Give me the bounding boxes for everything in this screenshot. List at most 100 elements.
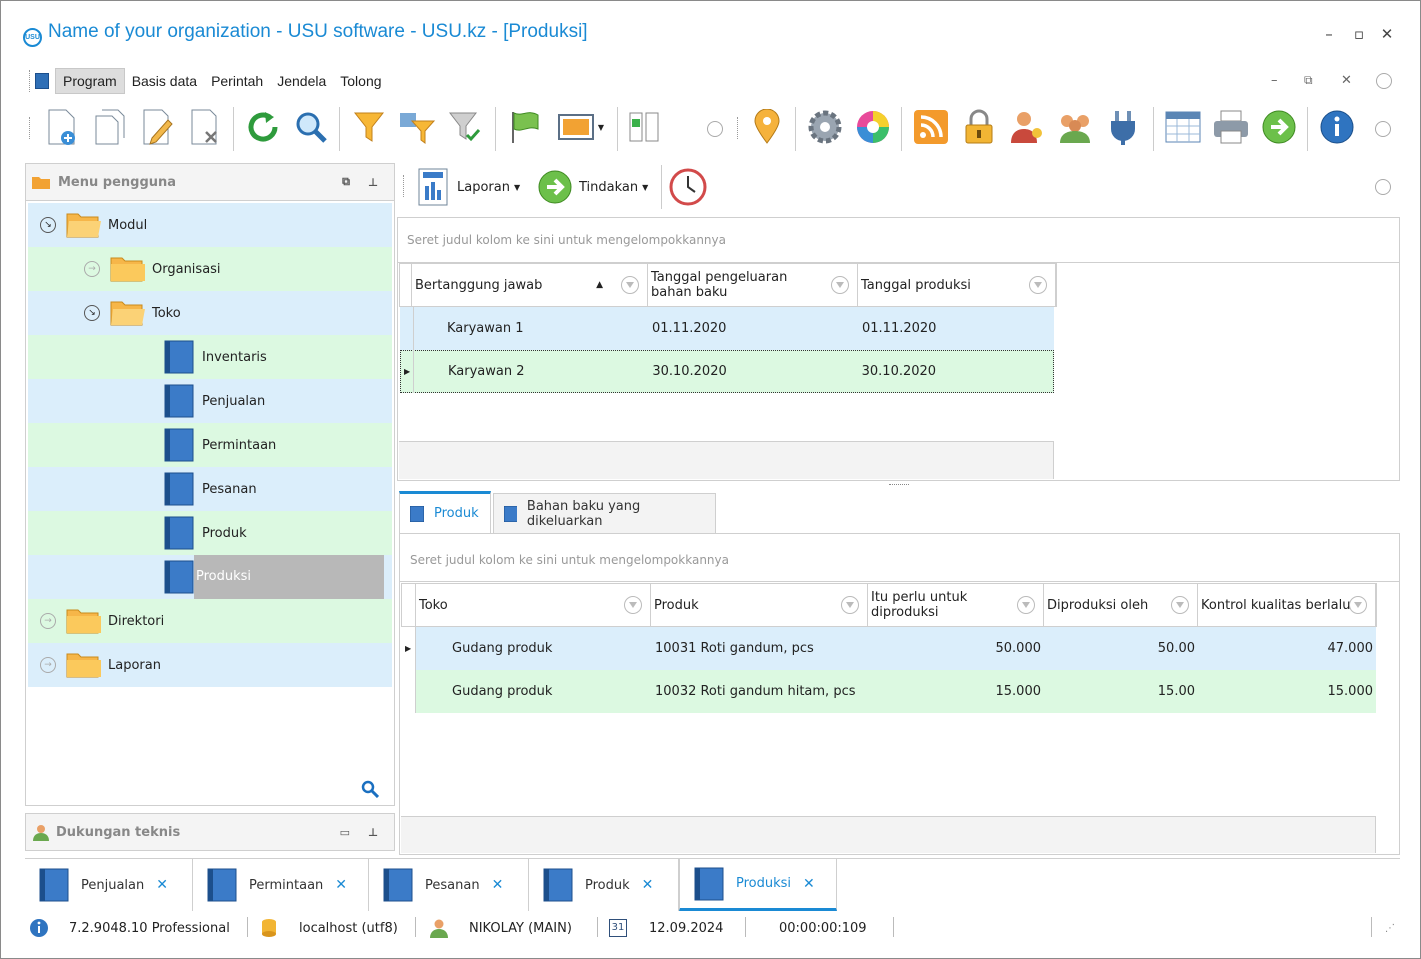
users-button[interactable] <box>1053 105 1097 149</box>
menu-basis-data[interactable]: Basis data <box>125 69 204 93</box>
column-kontrol-kualitas[interactable]: Kontrol kualitas berlalu <box>1198 584 1376 626</box>
column-chooser-button[interactable] <box>623 105 667 149</box>
tree-item-inventaris[interactable]: Inventaris <box>28 335 392 379</box>
doc-tab-permintaan[interactable]: Permintaan ✕ <box>193 859 369 911</box>
close-tab-icon[interactable]: ✕ <box>803 876 815 892</box>
tree-item-direktori[interactable]: → Direktori <box>28 599 392 643</box>
info-button[interactable] <box>1315 105 1359 149</box>
table-row[interactable]: ▶ Gudang produk 10031 Roti gandum, pcs 5… <box>402 627 1376 670</box>
lock-button[interactable] <box>957 105 1001 149</box>
tree-item-produk[interactable]: Produk <box>28 511 392 555</box>
maximize-panel-icon[interactable]: ▭ <box>340 826 350 839</box>
toolbar-overflow-icon-2[interactable] <box>1375 121 1391 137</box>
doc-tab-penjualan[interactable]: Penjualan ✕ <box>25 859 193 911</box>
laporan-dropdown[interactable]: Laporan ▼ <box>417 167 520 207</box>
delete-record-button[interactable] <box>183 105 227 149</box>
toolbar-overflow-icon[interactable] <box>707 121 723 137</box>
expand-icon[interactable]: → <box>40 657 56 673</box>
tree-item-organisasi[interactable]: → Organisasi <box>28 247 392 291</box>
mdi-minimize-button[interactable]: – <box>1271 73 1278 88</box>
add-record-button[interactable] <box>39 105 83 149</box>
tree-item-modul[interactable]: ↘ Modul <box>28 203 392 247</box>
settings-button[interactable] <box>803 105 847 149</box>
minimize-button[interactable]: – <box>1319 25 1339 43</box>
column-filter-icon[interactable] <box>1349 596 1367 614</box>
column-filter-icon[interactable] <box>831 276 849 294</box>
menu-program[interactable]: Program <box>55 68 125 94</box>
tab-produk[interactable]: Produk <box>399 491 491 533</box>
column-diproduksi-oleh[interactable]: Diproduksi oleh <box>1044 584 1198 626</box>
table-button[interactable] <box>1161 105 1205 149</box>
resize-grip-icon[interactable]: ⋰ <box>1385 923 1395 934</box>
column-filter-icon[interactable] <box>1029 276 1047 294</box>
column-bertanggung-jawab[interactable]: Bertanggung jawab ▲ <box>412 264 648 306</box>
mdi-options-icon[interactable] <box>1376 73 1392 89</box>
expand-icon[interactable]: → <box>84 261 100 277</box>
mdi-restore-button[interactable]: ⧉ <box>1304 73 1313 88</box>
doc-tab-produk[interactable]: Produk ✕ <box>529 859 679 911</box>
mdi-close-button[interactable]: ✕ <box>1341 73 1352 88</box>
tree-item-produksi[interactable]: Produksi <box>28 555 392 599</box>
tindakan-dropdown[interactable]: Tindakan ▼ <box>537 169 648 205</box>
filter-options-button[interactable] <box>395 105 439 149</box>
column-filter-icon[interactable] <box>841 596 859 614</box>
close-button[interactable]: ✕ <box>1377 25 1397 43</box>
clock-icon[interactable] <box>669 168 707 206</box>
doc-tab-pesanan[interactable]: Pesanan ✕ <box>369 859 529 911</box>
column-tanggal-produksi[interactable]: Tanggal produksi <box>858 264 1056 306</box>
column-filter-icon[interactable] <box>621 276 639 294</box>
edit-record-button[interactable] <box>135 105 179 149</box>
collapse-icon[interactable]: ↘ <box>40 217 56 233</box>
main-toolbar: ▼ <box>29 105 1399 153</box>
menu-jendela[interactable]: Jendela <box>270 69 333 93</box>
column-tanggal-pengeluaran[interactable]: Tanggal pengeluaran bahan baku <box>648 264 858 306</box>
column-produk[interactable]: Produk <box>651 584 868 626</box>
search-button[interactable] <box>289 105 333 149</box>
maximize-button[interactable]: ▫ <box>1349 25 1369 43</box>
expand-icon[interactable]: → <box>40 613 56 629</box>
copy-record-button[interactable] <box>87 105 131 149</box>
tree-item-toko[interactable]: ↘ Toko <box>28 291 392 335</box>
flag-button[interactable] <box>503 105 547 149</box>
color-button[interactable] <box>851 105 895 149</box>
tree-item-laporan[interactable]: → Laporan <box>28 643 392 687</box>
close-tab-icon[interactable]: ✕ <box>156 877 168 893</box>
filter-apply-button[interactable] <box>443 105 487 149</box>
user-key-button[interactable] <box>1005 105 1049 149</box>
column-filter-icon[interactable] <box>624 596 642 614</box>
table-row[interactable]: Gudang produk 10032 Roti gandum hitam, p… <box>402 670 1376 713</box>
close-tab-icon[interactable]: ✕ <box>335 877 347 893</box>
column-toko[interactable]: Toko <box>416 584 651 626</box>
tree-item-penjualan[interactable]: Penjualan <box>28 379 392 423</box>
table-row-selected[interactable]: ▶ Karyawan 2 30.10.2020 30.10.2020 <box>400 350 1054 393</box>
pin-icon[interactable]: ⊥ <box>368 826 378 839</box>
plugin-button[interactable] <box>1101 105 1145 149</box>
column-filter-icon[interactable] <box>1171 596 1189 614</box>
image-dropdown-button[interactable]: ▼ <box>553 105 609 149</box>
close-tab-icon[interactable]: ✕ <box>492 877 504 893</box>
pin-icon[interactable]: ⊥ <box>368 176 378 189</box>
user-key-icon <box>1011 112 1042 143</box>
close-tab-icon[interactable]: ✕ <box>642 877 654 893</box>
rss-button[interactable] <box>909 105 953 149</box>
master-grid-header: Bertanggung jawab ▲ Tanggal pengeluaran b… <box>399 263 1057 307</box>
tree-search-icon[interactable] <box>361 780 379 798</box>
splitter-grip[interactable] <box>889 484 909 485</box>
tree-item-permintaan[interactable]: Permintaan <box>28 423 392 467</box>
location-button[interactable] <box>745 105 789 149</box>
collapse-icon[interactable]: ↘ <box>84 305 100 321</box>
table-row[interactable]: Karyawan 1 01.11.2020 01.11.2020 <box>400 307 1054 350</box>
menu-tolong[interactable]: Tolong <box>333 69 388 93</box>
print-button[interactable] <box>1209 105 1253 149</box>
form-toolbar-overflow-icon[interactable] <box>1375 179 1391 195</box>
menu-perintah[interactable]: Perintah <box>204 69 270 93</box>
go-button[interactable] <box>1257 105 1301 149</box>
column-itu-perlu[interactable]: Itu perlu untuk diproduksi <box>868 584 1044 626</box>
filter-button[interactable] <box>347 105 391 149</box>
doc-tab-produksi[interactable]: Produksi ✕ <box>679 859 837 911</box>
refresh-button[interactable] <box>241 105 285 149</box>
column-filter-icon[interactable] <box>1017 596 1035 614</box>
tree-item-pesanan[interactable]: Pesanan <box>28 467 392 511</box>
restore-panel-icon[interactable]: ⧉ <box>342 175 350 189</box>
tab-bahan-baku[interactable]: Bahan baku yang dikeluarkan <box>493 493 716 533</box>
